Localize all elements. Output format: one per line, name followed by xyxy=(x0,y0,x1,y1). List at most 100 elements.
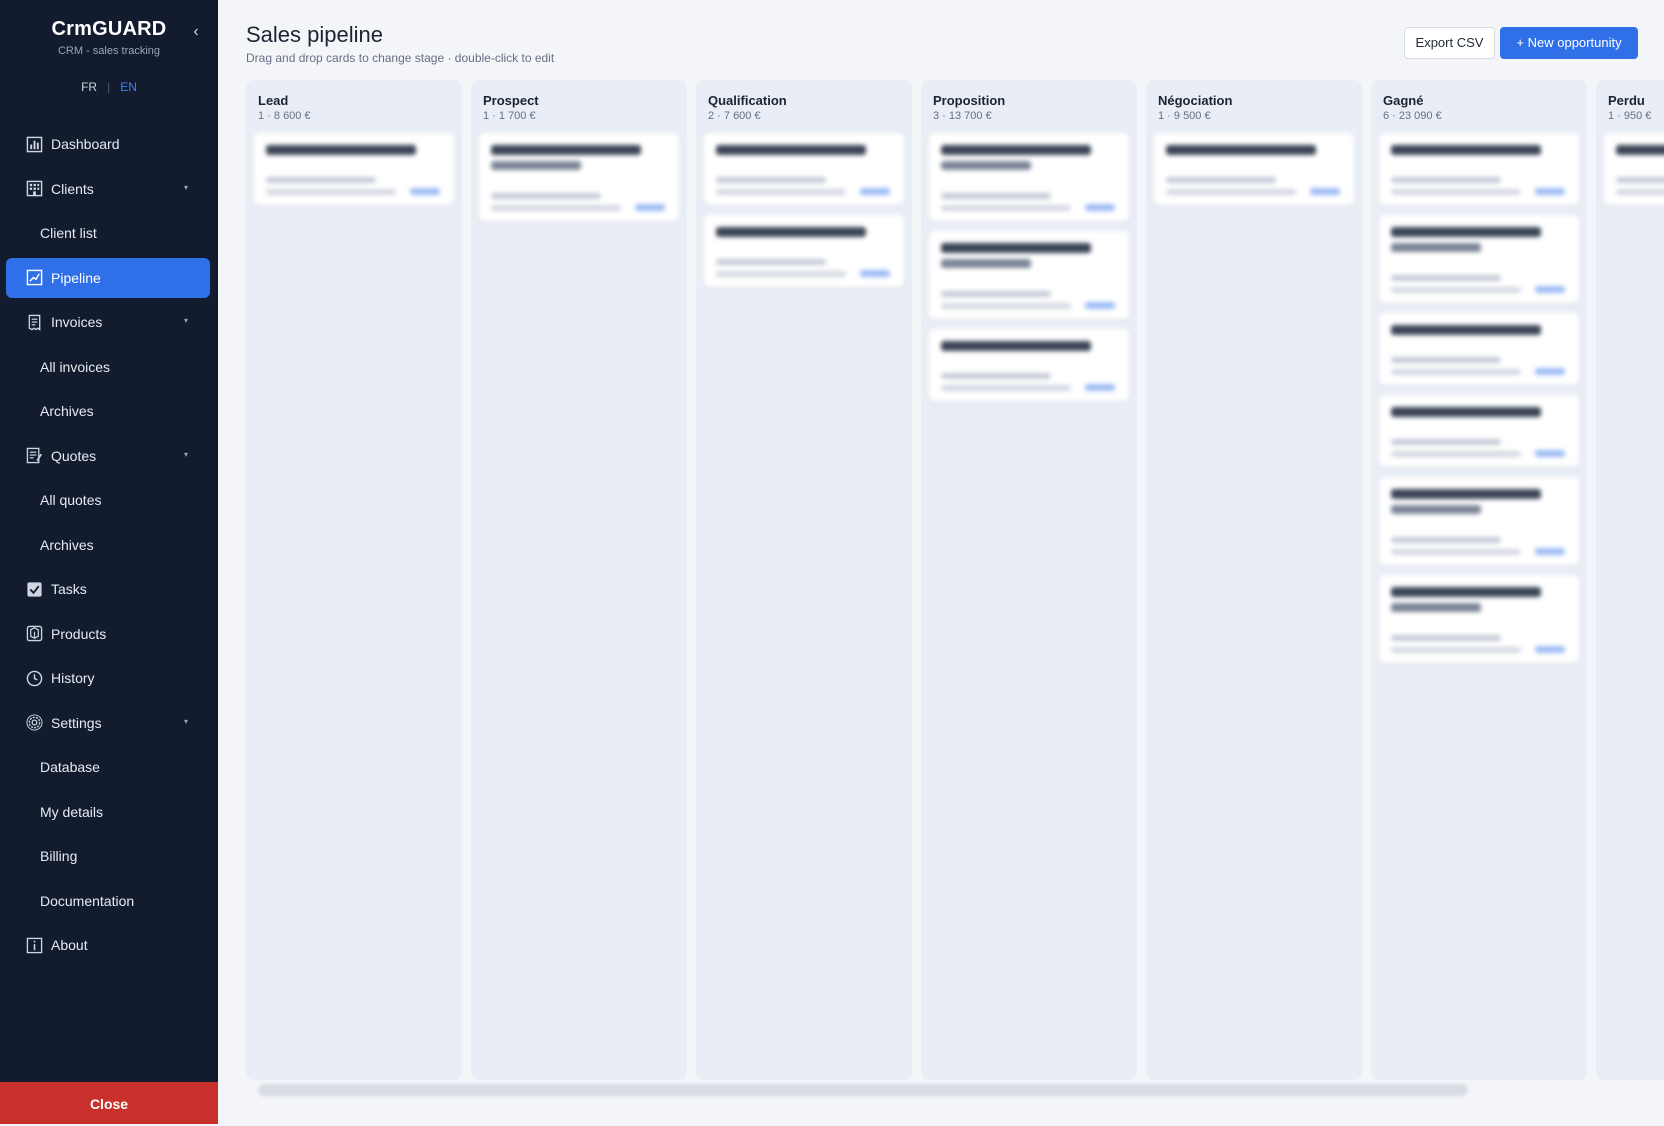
sidebar-item-about[interactable]: About xyxy=(6,925,210,965)
card-list xyxy=(704,133,904,297)
pipeline-icon xyxy=(25,269,43,287)
opportunity-card[interactable] xyxy=(479,133,679,221)
sidebar-item-database[interactable]: Database xyxy=(6,747,210,787)
gear-icon xyxy=(25,714,43,732)
sidebar-item-label: Tasks xyxy=(51,581,87,597)
sidebar-item-label: All quotes xyxy=(40,492,102,508)
sidebar-item-tasks[interactable]: Tasks xyxy=(6,569,210,609)
opportunity-card[interactable] xyxy=(929,329,1129,401)
sidebar-item-label: Archives xyxy=(40,403,94,419)
clock-icon xyxy=(25,669,43,687)
page-title: Sales pipeline xyxy=(246,22,383,47)
sidebar-item-label: Archives xyxy=(40,536,94,553)
lang-en-button[interactable]: EN xyxy=(120,80,137,94)
sidebar-item-pipeline[interactable]: Pipeline xyxy=(6,257,210,298)
pipeline-column[interactable]: Négociation 1 · 9 500 € xyxy=(1146,80,1362,1080)
column-summary: 1 · 1 700 € xyxy=(483,110,536,122)
sidebar-item-label: All invoices xyxy=(40,358,111,375)
sidebar-item-client-list[interactable]: Client list xyxy=(6,213,210,253)
chevron-down-icon: ▾ xyxy=(183,449,188,459)
close-button[interactable]: Close xyxy=(0,1082,218,1124)
pipeline-column[interactable]: Gagné 6 · 23 090 € xyxy=(1371,80,1587,1080)
sidebar-item-dashboard[interactable]: Dashboard xyxy=(6,124,210,164)
card-list xyxy=(1379,133,1579,673)
pipeline-board: Lead 1 · 8 600 € Prospect 1 · 1 700 € Qualif… xyxy=(246,80,1664,1080)
opportunity-card[interactable] xyxy=(1379,313,1579,385)
column-title: Perdu xyxy=(1608,93,1645,108)
sidebar-item-label: Client list xyxy=(40,225,97,241)
sidebar-item-invoice-archives[interactable]: Archives xyxy=(6,391,210,431)
checkbox-icon xyxy=(25,580,43,598)
column-summary: 2 · 7 600 € xyxy=(708,110,761,122)
card-list xyxy=(1604,133,1664,215)
sidebar-item-my-details[interactable]: My details xyxy=(6,792,210,832)
sidebar-item-label: My details xyxy=(40,803,104,820)
sidebar-item-documentation[interactable]: Documentation xyxy=(6,881,210,921)
sidebar-item-billing[interactable]: Billing xyxy=(6,836,210,876)
chevron-down-icon: ▾ xyxy=(183,316,188,325)
page-subtitle: Drag and drop cards to change stage · do… xyxy=(246,51,555,65)
sidebar-item-products[interactable]: Products xyxy=(6,614,210,654)
opportunity-card[interactable] xyxy=(1379,133,1579,205)
brand-subtitle: CRM - sales tracking xyxy=(57,45,161,57)
column-summary: 1 · 9 500 € xyxy=(1158,110,1211,122)
column-title: Lead xyxy=(258,93,289,108)
card-list xyxy=(1154,133,1354,215)
sidebar-item-settings[interactable]: Settings ▾ xyxy=(6,703,210,743)
card-list xyxy=(254,133,454,215)
column-summary: 6 · 23 090 € xyxy=(1383,110,1442,122)
opportunity-card[interactable] xyxy=(1379,477,1579,565)
column-title: Proposition xyxy=(933,93,1006,108)
opportunity-card[interactable] xyxy=(1379,215,1579,303)
sidebar-item-quotes[interactable]: Quotes ▾ xyxy=(6,436,210,476)
receipt-icon xyxy=(25,313,43,331)
sidebar-item-label: Documentation xyxy=(40,892,135,909)
card-list xyxy=(929,133,1129,411)
column-summary: 1 · 950 € xyxy=(1608,110,1652,122)
chart-bar-icon xyxy=(25,135,43,153)
pipeline-column[interactable]: Proposition 3 · 13 700 € xyxy=(921,80,1137,1080)
language-switch: FR | EN xyxy=(0,80,218,94)
opportunity-card[interactable] xyxy=(254,133,454,205)
pipeline-column[interactable]: Perdu 1 · 950 € xyxy=(1596,80,1664,1080)
pipeline-column[interactable]: Qualification 2 · 7 600 € xyxy=(696,80,912,1080)
sidebar-item-quote-archives[interactable]: Archives xyxy=(6,525,210,565)
sidebar-item-label: Database xyxy=(40,759,100,775)
opportunity-card[interactable] xyxy=(704,133,904,205)
pipeline-column[interactable]: Lead 1 · 8 600 € xyxy=(246,80,462,1080)
sidebar-item-label: Invoices xyxy=(51,314,103,330)
export-csv-button[interactable]: Export CSV xyxy=(1404,27,1495,59)
new-opportunity-button[interactable]: + New opportunity xyxy=(1500,27,1638,59)
sidebar-item-invoices[interactable]: Invoices ▾ xyxy=(6,302,210,342)
opportunity-card[interactable] xyxy=(1154,133,1354,205)
opportunity-card[interactable] xyxy=(1379,575,1579,663)
lang-separator: | xyxy=(107,80,111,94)
sidebar-item-label: Billing xyxy=(40,848,78,864)
chevron-down-icon: ▾ xyxy=(183,716,188,726)
opportunity-card[interactable] xyxy=(1379,395,1579,467)
collapse-sidebar-icon[interactable]: ‹ xyxy=(186,22,206,42)
sidebar-item-all-invoices[interactable]: All invoices xyxy=(6,347,210,387)
opportunity-card[interactable] xyxy=(704,215,904,287)
pipeline-column[interactable]: Prospect 1 · 1 700 € xyxy=(471,80,687,1080)
building-icon xyxy=(25,180,43,198)
opportunity-card[interactable] xyxy=(929,133,1129,221)
sidebar-item-label: Pipeline xyxy=(51,269,101,286)
sidebar: CrmGUARD CRM - sales tracking ‹ FR | EN Da… xyxy=(0,0,218,1124)
opportunity-card[interactable] xyxy=(1604,133,1664,205)
opportunity-card[interactable] xyxy=(929,231,1129,319)
sidebar-item-label: Products xyxy=(51,625,107,642)
sidebar-item-label: Quotes xyxy=(51,447,97,464)
sidebar-item-label: History xyxy=(51,670,95,686)
horizontal-scrollbar[interactable] xyxy=(258,1084,1468,1096)
column-title: Négociation xyxy=(1158,93,1233,108)
column-summary: 3 · 13 700 € xyxy=(933,110,992,122)
info-icon xyxy=(25,936,43,954)
sidebar-item-clients[interactable]: Clients ▾ xyxy=(6,169,210,209)
card-list xyxy=(479,133,679,231)
sidebar-item-all-quotes[interactable]: All quotes xyxy=(6,480,210,520)
sidebar-item-history[interactable]: History xyxy=(6,658,210,698)
lang-fr-button[interactable]: FR xyxy=(81,80,97,94)
column-title: Gagné xyxy=(1383,93,1424,108)
chevron-down-icon: ▾ xyxy=(183,182,188,192)
